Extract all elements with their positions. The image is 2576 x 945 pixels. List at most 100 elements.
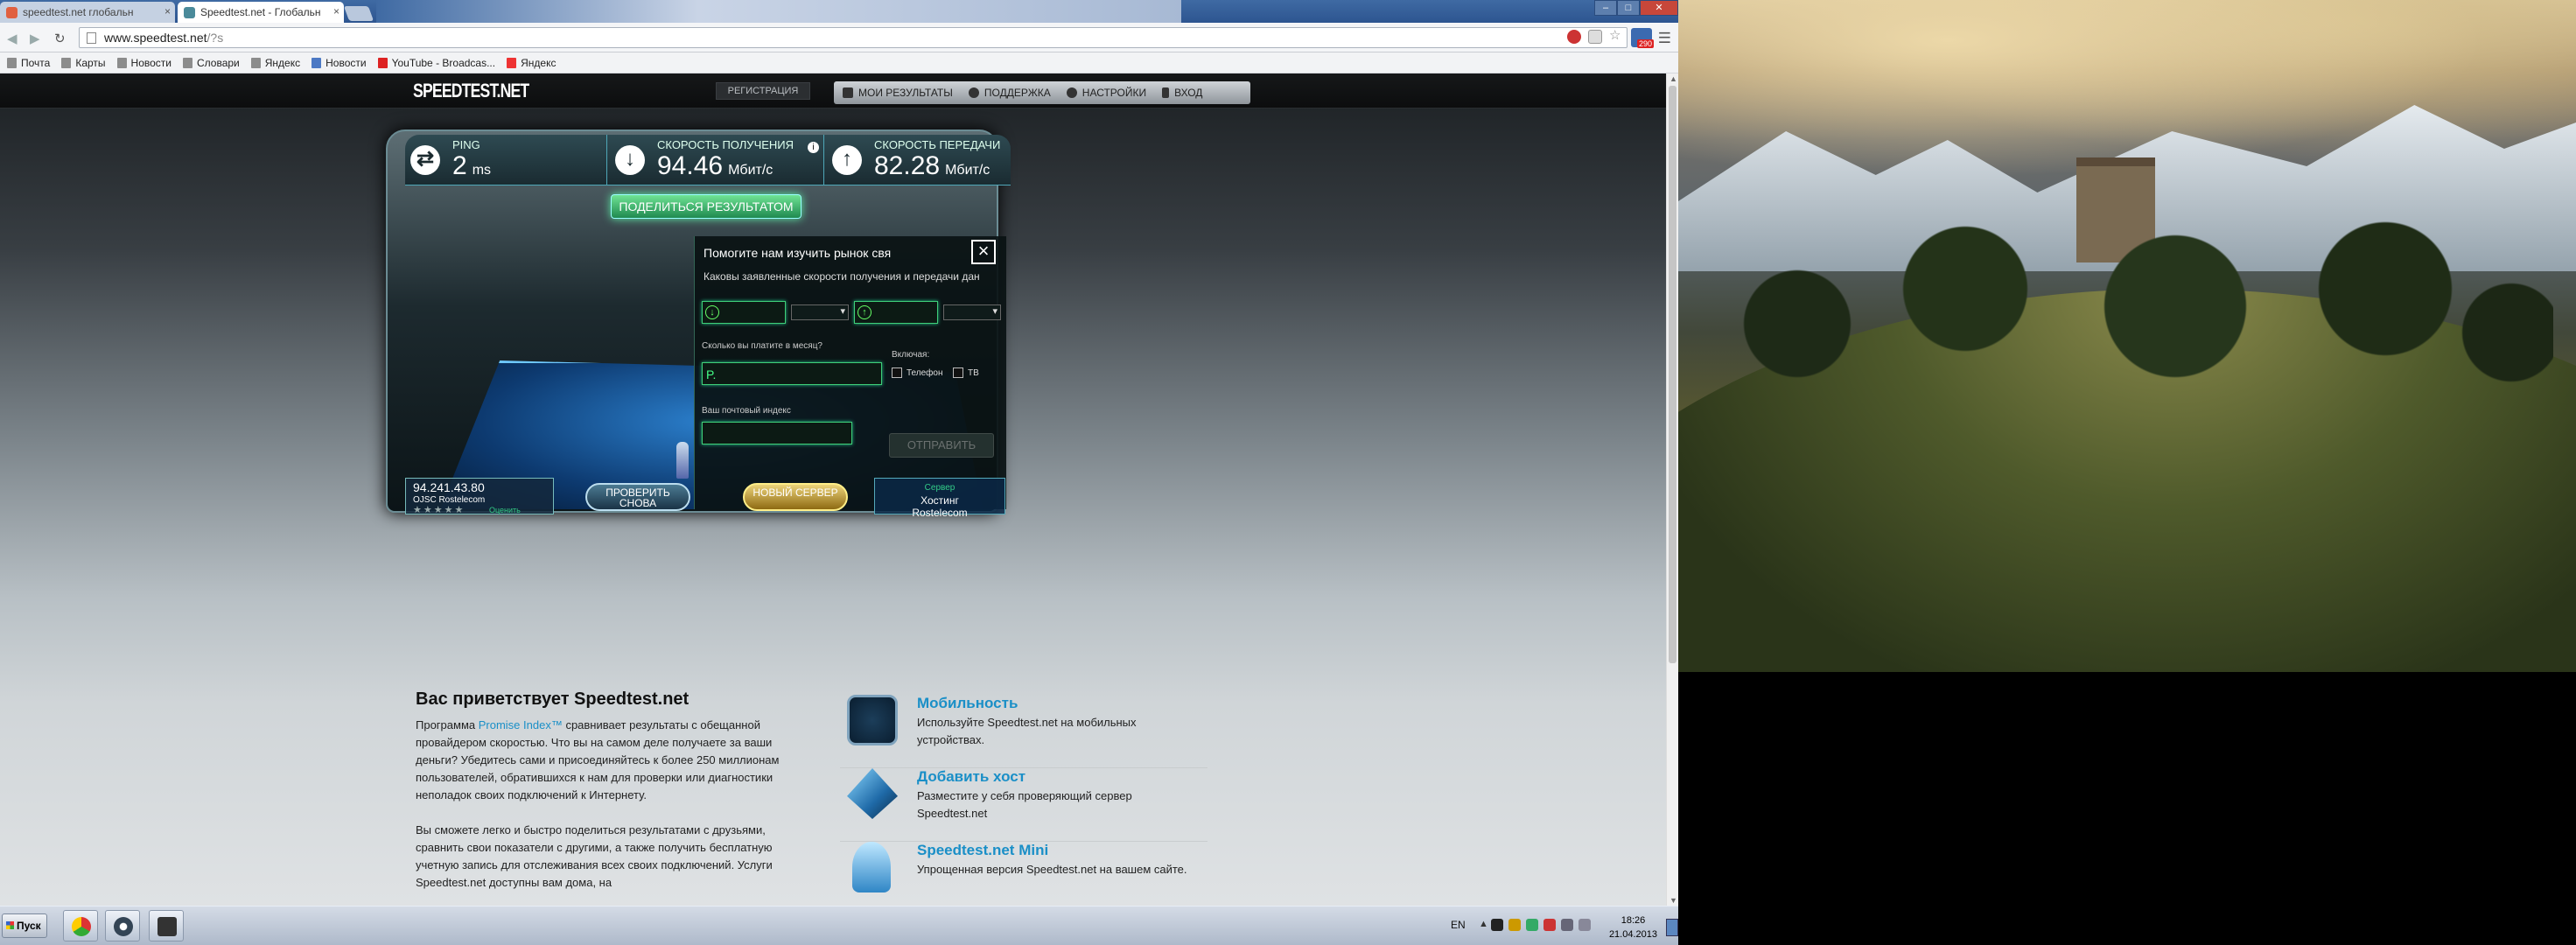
maximize-button[interactable]: □ [1617,0,1640,16]
feature-add-host[interactable]: Добавить хост Разместите у себя проверяю… [840,768,1208,842]
b-icon [312,57,322,68]
scrollbar-thumb[interactable] [1669,86,1676,663]
widget-footer: 94.241.43.80 OJSC Rostelecom ★★★★★ Оцени… [402,478,1014,519]
vertical-scrollbar[interactable]: ▲ ▼ [1666,74,1678,906]
tab-title: Speedtest.net - Глобальн [200,6,321,18]
monthly-payment-input[interactable]: P. [702,362,882,385]
taskbar-media-player[interactable] [105,910,140,942]
phone-checkbox[interactable]: Телефон [892,368,942,378]
language-indicator[interactable]: EN [1451,919,1466,931]
upload-unit-select[interactable] [943,304,1001,320]
welcome-paragraph-2: Вы сможете легко и быстро поделиться рез… [416,823,773,889]
promise-index-link[interactable]: Promise Index™ [479,718,563,732]
close-icon[interactable]: × [971,240,996,264]
feature-title[interactable]: Добавить хост [917,768,1026,786]
tray-app-icon[interactable] [1544,919,1556,931]
forward-icon[interactable]: ▶ [30,31,40,46]
bookmark-item[interactable]: Новости [116,56,172,69]
folder-icon [250,57,261,68]
retest-button[interactable]: ПРОВЕРИТЬ СНОВА [585,483,690,511]
download-speed-input[interactable]: ↓ [702,301,786,324]
page-action-icon[interactable] [1588,30,1602,44]
rating-stars[interactable]: ★★★★★ [413,504,465,515]
bookmark-star-icon[interactable]: ☆ [1609,29,1623,44]
clock[interactable]: 18:26 21.04.2013 [1609,914,1657,942]
feature-title[interactable]: Мобильность [917,695,1018,712]
wallpaper-trees [1713,219,2553,394]
pay-label: Сколько вы платите в месяц? [702,341,822,351]
download-label: СКОРОСТЬ ПОЛУЧЕНИЯ [657,138,794,151]
nav-settings[interactable]: НАСТРОЙКИ [1066,87,1146,99]
taskbar-steam[interactable] [149,910,184,942]
tray-app-icon[interactable] [1526,919,1538,931]
checkbox-icon [953,368,963,378]
close-window-button[interactable]: ✕ [1640,0,1678,16]
volume-icon[interactable] [1578,919,1591,931]
bookmark-item[interactable]: Яндекс [250,57,300,69]
tray-app-icon[interactable] [1491,919,1503,931]
start-button[interactable]: Пуск [2,914,47,938]
feature-mobile[interactable]: Мобильность Используйте Speedtest.net на… [840,695,1208,768]
nav-label: ВХОД [1174,87,1203,99]
system-tray: EN ▲ 18:26 21.04.2013 [1451,906,1678,945]
site-header: SPEEDTEST.NET РЕГИСТРАЦИЯ МОИ РЕЗУЛЬТАТЫ… [0,74,1666,108]
reload-icon[interactable]: ↻ [54,31,66,46]
feature-title[interactable]: Speedtest.net Mini [917,842,1048,859]
divider [823,135,824,186]
submit-button[interactable]: ОТПРАВИТЬ [889,433,994,458]
url-path: /?s [206,31,224,45]
upload-label: СКОРОСТЬ ПЕРЕДАЧИ [874,138,1001,151]
new-server-button[interactable]: НОВЫЙ СЕРВЕР [743,483,848,511]
back-icon[interactable]: ◀ [7,31,18,46]
upload-icon: ↑ [832,145,862,175]
divider [606,135,607,186]
tray-expand-icon[interactable]: ▲ [1479,919,1488,931]
bookmark-label: Новости [326,56,367,69]
upload-speed-input[interactable]: ↑ [854,301,938,324]
network-icon[interactable] [1561,919,1573,931]
register-button[interactable]: РЕГИСТРАЦИЯ [716,82,810,100]
speedometer-icon [847,695,898,746]
bookmark-item[interactable]: Новости [312,56,367,69]
close-tab-icon[interactable]: × [333,5,340,18]
close-tab-icon[interactable]: × [164,5,171,18]
bookmark-item[interactable]: Карты [61,57,106,69]
zip-input[interactable] [702,422,852,444]
bookmark-item[interactable]: Яндекс [507,57,556,69]
address-bar[interactable]: www.speedtest.net/?s ☆ [79,27,1628,48]
bookmark-item[interactable]: YouTube - Broadcas... [377,57,495,69]
new-tab-button[interactable] [343,6,374,21]
bookmarks-bar: Почта Карты Новости Словари Яндекс Новос… [0,52,1678,74]
nav-my-results[interactable]: МОИ РЕЗУЛЬТАТЫ [843,87,953,99]
chrome-icon [72,917,91,936]
feature-mini[interactable]: Speedtest.net Mini Упрощенная версия Spe… [840,842,1208,906]
tray-app-icon[interactable] [1508,919,1521,931]
share-result-button[interactable]: ПОДЕЛИТЬСЯ РЕЗУЛЬТАТОМ [611,194,802,219]
bookmark-label: Новости [130,56,172,69]
bookmark-item[interactable]: Почта [7,57,50,69]
scroll-down-icon[interactable]: ▼ [1670,896,1677,905]
info-icon[interactable]: i [808,142,819,153]
welcome-paragraph-1: Программа Promise Index™ сравнивает резу… [416,717,801,804]
adblock-icon[interactable] [1567,30,1581,44]
tab-speedtest-inactive[interactable]: speedtest.net глобальн × [0,2,175,23]
menu-icon[interactable]: ☰ [1658,30,1671,47]
upload-stat: СКОРОСТЬ ПЕРЕДАЧИ 82.28 Мбит/с [874,138,1000,181]
ping-stat: PING 2 ms [452,138,491,181]
show-desktop-button[interactable] [1666,919,1678,936]
extension-icon[interactable]: 290 [1631,28,1654,48]
person-icon [1162,88,1170,98]
speedtest-widget: ⇄ PING 2 ms ↓ СКОРОСТЬ ПОЛУЧЕНИЯ 94.46 Мби… [372,130,1014,519]
scroll-up-icon[interactable]: ▲ [1670,74,1677,83]
minimize-button[interactable]: – [1594,0,1617,16]
rate-link[interactable]: Оценить [489,506,521,514]
tv-checkbox[interactable]: ТВ [953,368,979,378]
bookmark-item[interactable]: Словари [182,57,240,69]
tab-speedtest-active[interactable]: Speedtest.net - Глобальн × [178,2,344,23]
download-unit-select[interactable] [791,304,849,320]
nav-login[interactable]: ВХОД [1162,87,1202,99]
taskbar-chrome[interactable] [63,910,98,942]
nav-support[interactable]: ПОДДЕРЖКА [968,87,1051,99]
survey-title: Помогите нам изучить рынок свя [704,246,892,260]
speedtest-logo[interactable]: SPEEDTEST.NET [413,80,529,102]
